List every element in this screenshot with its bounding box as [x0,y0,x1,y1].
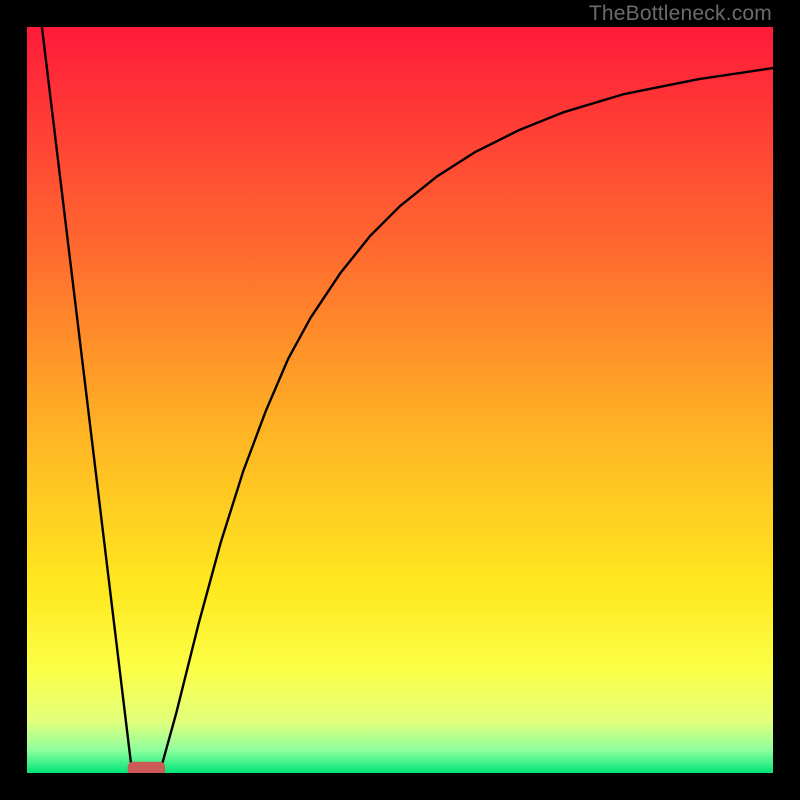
optimal-marker [128,762,165,773]
watermark-text: TheBottleneck.com [589,2,772,26]
chart-frame: TheBottleneck.com [0,0,800,800]
bottleneck-chart [27,27,773,773]
chart-background [27,27,773,773]
